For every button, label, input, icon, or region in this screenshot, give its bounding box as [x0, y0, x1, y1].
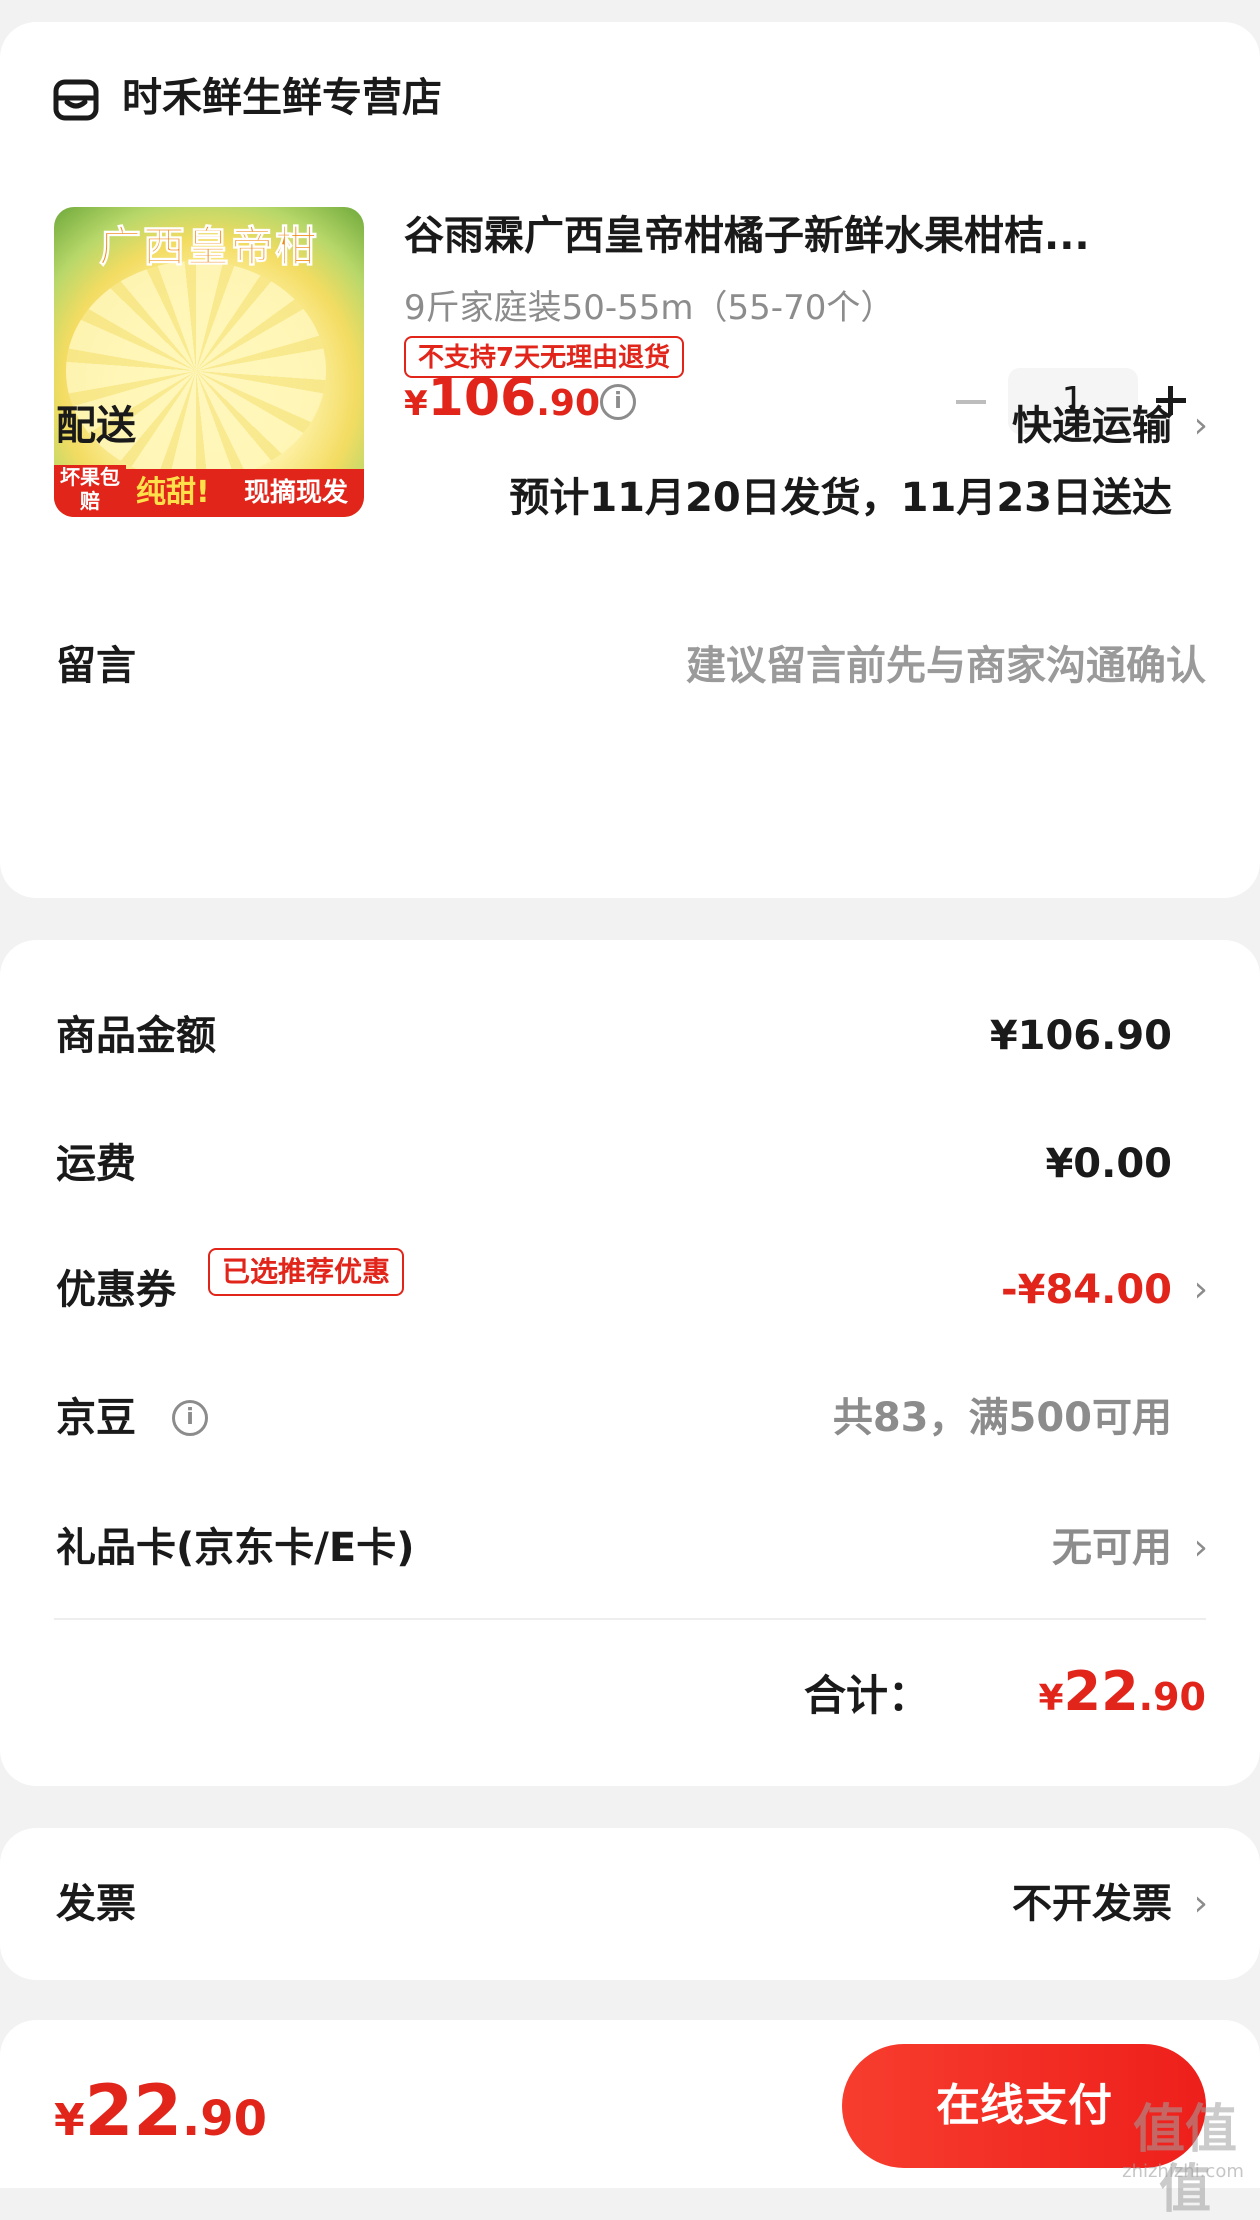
delivery-chevron-icon[interactable]: ›	[1194, 398, 1208, 454]
coupon-tag: 已选推荐优惠	[208, 1248, 405, 1296]
coupon-value[interactable]: -¥84.00	[1001, 1262, 1172, 1318]
price-summary-card: 商品金额 ¥106.90 运费 ¥0.00 优惠券 已选推荐优惠 -¥84.00…	[0, 940, 1260, 1786]
total-label: 合计：	[803, 1671, 930, 1720]
divider	[54, 1618, 1206, 1620]
image-badge-text: 坏果包赔	[54, 465, 126, 517]
total-price: ¥22.90	[1038, 1656, 1206, 1741]
goods-amount-value: ¥106.90	[989, 1013, 1172, 1059]
store-name[interactable]: 时禾鲜生鲜专营店	[122, 70, 442, 126]
invoice-label: 发票	[56, 1881, 136, 1927]
product-title[interactable]: 谷雨霖广西皇帝柑橘子新鲜水果柑桔...	[404, 208, 1204, 264]
message-label: 留言	[56, 643, 136, 689]
giftcard-value[interactable]: 无可用	[1052, 1520, 1172, 1576]
invoice-value[interactable]: 不开发票	[1012, 1876, 1172, 1932]
product-spec[interactable]: 9斤家庭装50-55m（55-70个）	[404, 284, 894, 332]
delivery-method[interactable]: 快递运输	[1012, 398, 1172, 454]
shipping-label: 运费	[56, 1141, 136, 1187]
goods-amount-label: 商品金额	[56, 1013, 216, 1059]
no-return-tag: 不支持7天无理由退货	[404, 336, 685, 378]
bottom-total-price: ¥22.90	[54, 2066, 267, 2175]
total-symbol: ¥	[1038, 1678, 1064, 1719]
order-card: 时禾鲜生鲜专营店 广西皇帝柑 坏果包赔 纯甜! 现摘现发 谷雨霖广西皇帝柑橘子新…	[0, 22, 1260, 898]
store-icon	[53, 79, 99, 121]
bottom-price-decimal: .90	[182, 2091, 268, 2147]
price-symbol: ¥	[404, 384, 428, 424]
total-integer: 22	[1063, 1660, 1139, 1723]
total-decimal: .90	[1138, 1675, 1206, 1719]
beans-label: 京豆	[56, 1395, 136, 1441]
price-decimal: .90	[536, 383, 600, 424]
invoice-chevron-icon[interactable]: ›	[1194, 1876, 1208, 1932]
coupon-chevron-icon[interactable]: ›	[1194, 1262, 1208, 1318]
giftcard-chevron-icon[interactable]: ›	[1194, 1520, 1208, 1576]
quantity-minus-button[interactable]	[956, 400, 986, 404]
image-fresh-text: 现摘现发	[244, 478, 349, 508]
invoice-card[interactable]: 发票 不开发票 ›	[0, 1828, 1260, 1980]
shipping-value: ¥0.00	[1045, 1141, 1172, 1187]
beans-info-icon[interactable]: i	[172, 1400, 208, 1436]
price-info-icon[interactable]: i	[600, 384, 636, 420]
image-title-text: 广西皇帝柑	[98, 222, 319, 272]
delivery-label: 配送	[56, 403, 136, 449]
watermark-url: zhizhizhi.com	[1122, 2161, 1244, 2182]
coupon-label: 优惠券	[56, 1267, 176, 1313]
beans-value[interactable]: 共83，满500可用	[833, 1390, 1172, 1446]
bottom-price-integer: 22	[84, 2070, 183, 2152]
giftcard-label: 礼品卡(京东卡/E卡)	[56, 1525, 415, 1571]
product-image[interactable]: 广西皇帝柑 坏果包赔 纯甜! 现摘现发	[54, 207, 364, 517]
bottom-price-symbol: ¥	[54, 2095, 85, 2146]
delivery-eta: 预计11月20日发货，11月23日送达	[509, 475, 1172, 521]
image-sweet-text: 纯甜!	[136, 475, 210, 510]
message-input[interactable]: 建议留言前先与商家沟通确认	[686, 638, 1206, 694]
